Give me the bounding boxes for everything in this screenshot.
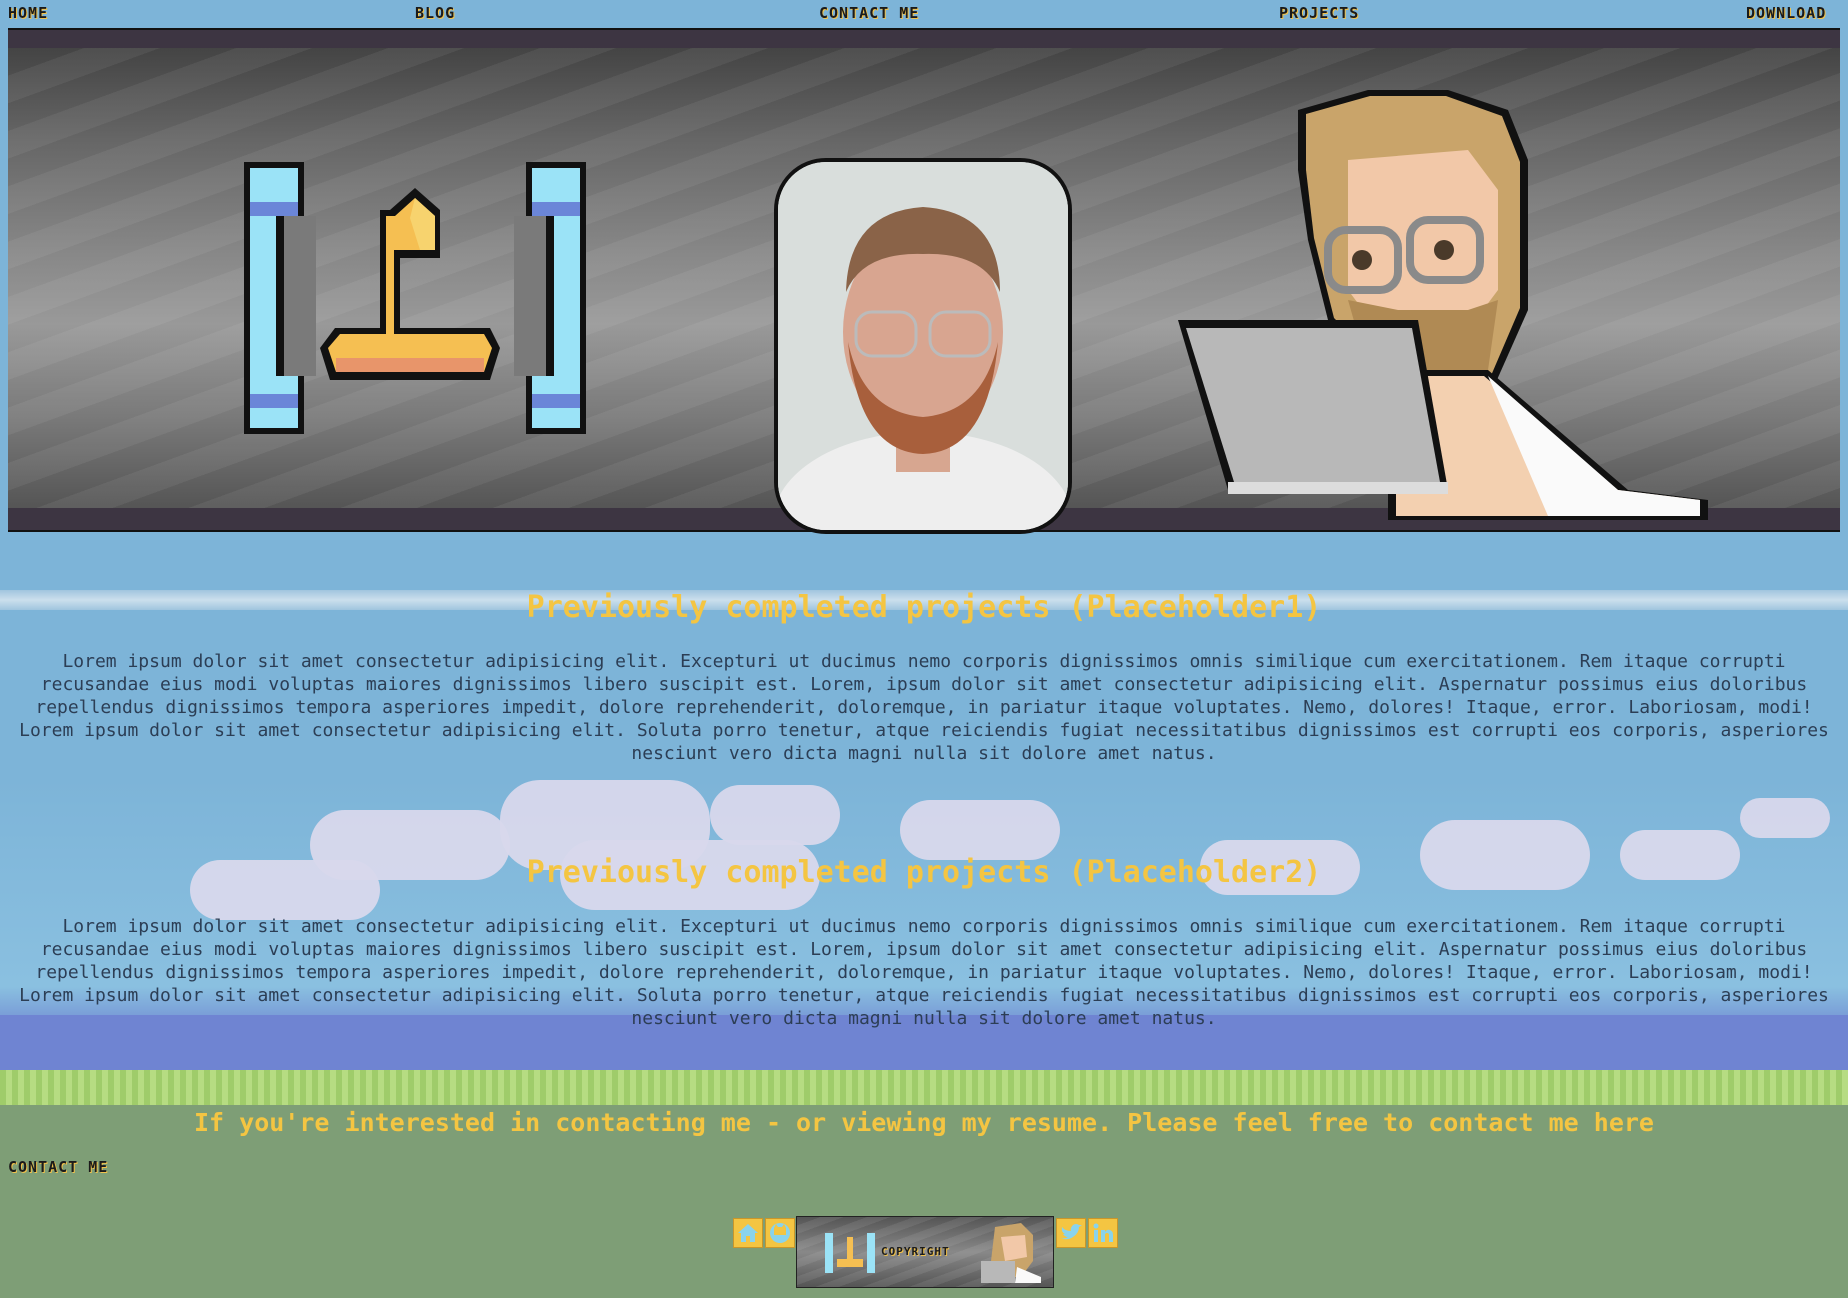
footer-copyright-label: COPYRIGHT [881, 1245, 950, 1258]
footer-banner: COPYRIGHT [796, 1216, 1054, 1288]
header-banner [8, 28, 1840, 534]
section-title-1: Previously completed projects (Placehold… [526, 590, 1322, 625]
profile-photo [774, 158, 1072, 534]
github-icon[interactable] [765, 1218, 795, 1248]
nav-projects-link[interactable]: PROJECTS [1279, 4, 1359, 22]
nav-contact-link[interactable]: CONTACT ME [819, 4, 919, 22]
pixel-avatar-illustration [1178, 90, 1708, 520]
nav-download-link[interactable]: DOWNLOAD [1746, 4, 1826, 22]
section-body-2: Lorem ipsum dolor sit amet consectetur a… [19, 916, 1829, 1029]
section-body-1: Lorem ipsum dolor sit amet consectetur a… [19, 651, 1829, 764]
nav-home-link[interactable]: HOME [8, 4, 48, 22]
linkedin-icon[interactable] [1088, 1218, 1118, 1248]
twitter-icon[interactable] [1056, 1218, 1086, 1248]
grass-edge [0, 1070, 1848, 1110]
home-icon[interactable] [733, 1218, 763, 1248]
section-title-2: Previously completed projects (Placehold… [526, 855, 1322, 890]
nav-blog-link[interactable]: BLOG [415, 4, 455, 22]
contact-me-link[interactable]: CONTACT ME [8, 1158, 108, 1176]
top-nav: HOME BLOG CONTACT ME PROJECTS DOWNLOAD [8, 4, 1840, 26]
logo-icon [244, 162, 586, 434]
contact-invitation-text: If you're interested in contacting me - … [194, 1108, 1654, 1137]
